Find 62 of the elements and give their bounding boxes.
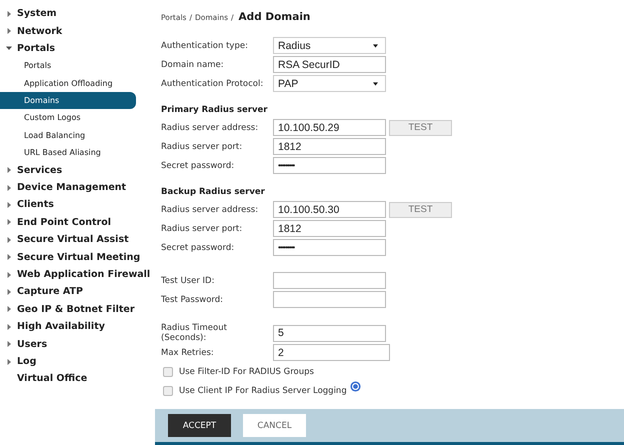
password-field[interactable]: ••••••••• xyxy=(273,157,386,174)
checkbox-label: Use Filter-ID For RADIUS Groups xyxy=(179,366,314,376)
input-field[interactable]: 2 xyxy=(273,344,390,361)
dropdown-arrow-icon xyxy=(373,82,378,86)
accept-button[interactable]: ACCEPT xyxy=(168,414,231,437)
checkbox[interactable] xyxy=(163,386,173,396)
page-title: Add Domain xyxy=(238,11,310,23)
input-field[interactable] xyxy=(273,272,386,289)
sidebar-item[interactable]: System xyxy=(17,8,57,20)
field-label: Radius server port: xyxy=(161,142,244,152)
sidebar-item[interactable]: Log xyxy=(17,356,36,367)
sidebar-subitem[interactable]: Domains xyxy=(0,92,136,110)
field-label: Max Retries: xyxy=(161,348,215,358)
sidebar-item[interactable]: Web Application Firewall xyxy=(17,269,150,280)
sidebar-item[interactable]: Users xyxy=(17,338,48,350)
input-field[interactable] xyxy=(273,291,386,308)
sidebar-item[interactable]: Geo IP & Botnet Filter xyxy=(17,304,135,315)
test-button[interactable]: TEST xyxy=(389,202,452,218)
input-field[interactable]: 5 xyxy=(273,324,386,342)
field-label: Domain name: xyxy=(161,60,225,70)
input-field[interactable]: 1812 xyxy=(273,220,386,237)
sidebar-item[interactable]: Portals xyxy=(17,42,56,54)
sidebar-subitem[interactable]: Load Balancing xyxy=(0,126,136,144)
sidebar-subitem[interactable]: Custom Logos xyxy=(0,109,136,127)
field-label: Test User ID: xyxy=(161,276,216,286)
sidebar-item[interactable]: Secure Virtual Meeting xyxy=(17,252,140,263)
sidebar-subitem[interactable]: URL Based Aliasing xyxy=(0,144,136,162)
field-label: Authentication type: xyxy=(161,40,249,50)
sidebar-item[interactable]: Capture ATP xyxy=(17,286,83,298)
dropdown-arrow-icon xyxy=(373,44,378,48)
field-label: Radius Timeout (Seconds): xyxy=(161,323,228,343)
sidebar-item[interactable]: Device Management xyxy=(17,182,126,194)
password-field[interactable]: ••••••••• xyxy=(273,239,386,256)
sidebar-item[interactable]: Secure Virtual Assist xyxy=(17,234,129,246)
checkbox-label: Use Client IP For Radius Server Logging xyxy=(179,386,347,396)
sidebar-subitem[interactable]: Application Offloading xyxy=(0,74,136,92)
test-button[interactable]: TEST xyxy=(389,120,452,136)
dropdown[interactable]: PAP xyxy=(273,75,386,92)
input-field[interactable]: RSA SecurID xyxy=(273,56,386,73)
sidebar-subitem[interactable]: Portals xyxy=(0,57,136,75)
section-heading: Primary Radius server xyxy=(161,104,268,117)
input-field[interactable]: 1812 xyxy=(273,138,386,155)
sidebar-item[interactable]: End Point Control xyxy=(17,216,111,228)
cancel-button[interactable]: CANCEL xyxy=(243,414,306,437)
checkbox[interactable] xyxy=(163,366,173,376)
section-heading: Backup Radius server xyxy=(161,186,266,199)
input-field[interactable]: 10.100.50.30 xyxy=(273,201,386,218)
sidebar-item[interactable]: High Availability xyxy=(17,321,105,332)
field-label: Authentication Protocol: xyxy=(161,78,264,88)
field-label: Radius server address: xyxy=(161,122,260,132)
sidebar-item[interactable]: Virtual Office xyxy=(17,373,88,384)
field-label: Radius server address: xyxy=(161,204,260,214)
dropdown[interactable]: Radius xyxy=(273,37,386,54)
help-icon[interactable] xyxy=(350,381,361,392)
sidebar-item[interactable]: Network xyxy=(17,26,62,37)
input-field[interactable]: 10.100.50.29 xyxy=(273,119,386,136)
field-label: Secret password: xyxy=(161,160,236,170)
field-label: Test Password: xyxy=(161,294,224,304)
sidebar-item[interactable]: Services xyxy=(17,164,62,176)
field-label: Secret password: xyxy=(161,242,236,252)
field-label: Radius server port: xyxy=(161,224,244,234)
sidebar-item[interactable]: Clients xyxy=(17,199,54,210)
